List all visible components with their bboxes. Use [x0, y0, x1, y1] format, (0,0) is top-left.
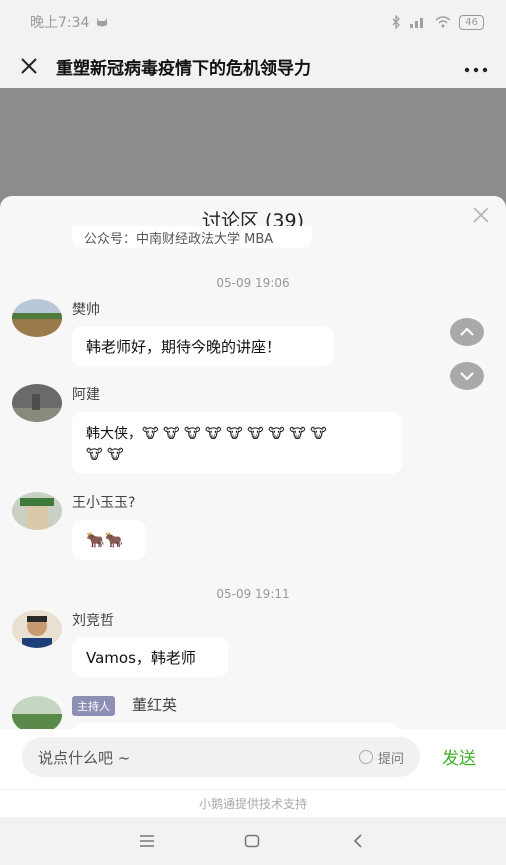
discussion-panel: 讨论区 (39) 公众号：中南财经政法大学 MBA 05-09 19:06 樊帅…: [0, 196, 506, 729]
ask-question-toggle[interactable]: 提问: [358, 748, 404, 767]
menu-nav-button[interactable]: [135, 829, 159, 853]
ask-question-label: 提问: [377, 751, 404, 767]
scroll-down-button[interactable]: [450, 362, 484, 390]
avatar[interactable]: [12, 492, 62, 530]
bluetooth-icon: [392, 15, 401, 29]
scroll-up-button[interactable]: [450, 318, 484, 346]
message-timestamp: 05-09 19:11: [216, 587, 290, 601]
sender-name: 樊帅: [72, 302, 100, 318]
avatar[interactable]: [12, 299, 62, 337]
sender-name: 阿建: [72, 387, 100, 403]
message-text: Vamos，韩老师: [86, 648, 196, 667]
battery-indicator: 46: [459, 14, 484, 30]
message-text: 🐮 🐮: [86, 447, 124, 463]
menu-icon: [140, 835, 154, 847]
home-square-icon: [244, 834, 260, 848]
close-icon: [473, 207, 489, 223]
avatar[interactable]: [12, 384, 62, 422]
back-nav-button[interactable]: [346, 829, 370, 853]
sender-name: 刘竞哲: [72, 613, 114, 629]
chevron-up-icon: [460, 327, 474, 336]
navigation-bar: [0, 817, 506, 865]
message-timestamp: 05-09 19:06: [216, 276, 290, 290]
clipped-message-bubble: 公众号：中南财经政法大学 MBA: [72, 226, 312, 248]
radio-icon: [358, 750, 373, 764]
video-player[interactable]: [0, 88, 506, 208]
signal-icon: [410, 18, 424, 28]
comment-input-placeholder: 说点什么吧 ~: [38, 748, 131, 767]
message-bubble: 韩老师好，期待今晚的讲座！: [72, 326, 334, 366]
more-options-button[interactable]: [464, 54, 488, 79]
message-bubble: 韩大侠，🐮 🐮 🐮 🐮 🐮 🐮 🐮 🐮 🐮 🐮 🐮: [72, 412, 402, 474]
powered-by-note: 小鹅通提供技术支持: [0, 789, 506, 817]
status-time: 晚上7:34: [30, 15, 90, 31]
close-icon: [21, 58, 37, 74]
message-text: 🐂🐂: [86, 531, 124, 549]
wifi-icon: [435, 16, 451, 28]
sender-name: 王小玉玉?: [72, 495, 136, 511]
back-chevron-icon: [353, 834, 362, 848]
sender-name: 董红英: [132, 696, 178, 714]
chevron-down-icon: [460, 372, 474, 381]
host-badge: 主持人: [72, 696, 115, 716]
message-text: 韩大侠，🐮 🐮 🐮 🐮 🐮 🐮 🐮 🐮 🐮: [86, 426, 327, 442]
status-bar: 晚上7:34 46: [0, 0, 506, 44]
page-title: 重塑新冠病毒疫情下的危机领导力: [56, 58, 311, 79]
message-bubble: Vamos，韩老师: [72, 637, 228, 677]
send-button[interactable]: 发送: [442, 744, 476, 769]
discussion-close-button[interactable]: [472, 206, 490, 224]
avatar[interactable]: [12, 610, 62, 648]
title-bar: 重塑新冠病毒疫情下的危机领导力: [0, 44, 506, 88]
avatar[interactable]: [12, 696, 62, 729]
home-nav-button[interactable]: [240, 829, 264, 853]
message-text: 韩老师好，期待今晚的讲座！: [86, 337, 282, 356]
message-bubble: 🐂🐂: [72, 520, 146, 560]
close-button[interactable]: [18, 55, 40, 77]
cat-app-icon: [97, 18, 108, 27]
more-icon: [464, 67, 488, 72]
input-area: 说点什么吧 ~ 提问 发送: [0, 729, 506, 789]
comment-input[interactable]: 说点什么吧 ~ 提问: [22, 737, 420, 777]
clipped-message-text: 公众号：中南财经政法大学 MBA: [84, 232, 274, 247]
